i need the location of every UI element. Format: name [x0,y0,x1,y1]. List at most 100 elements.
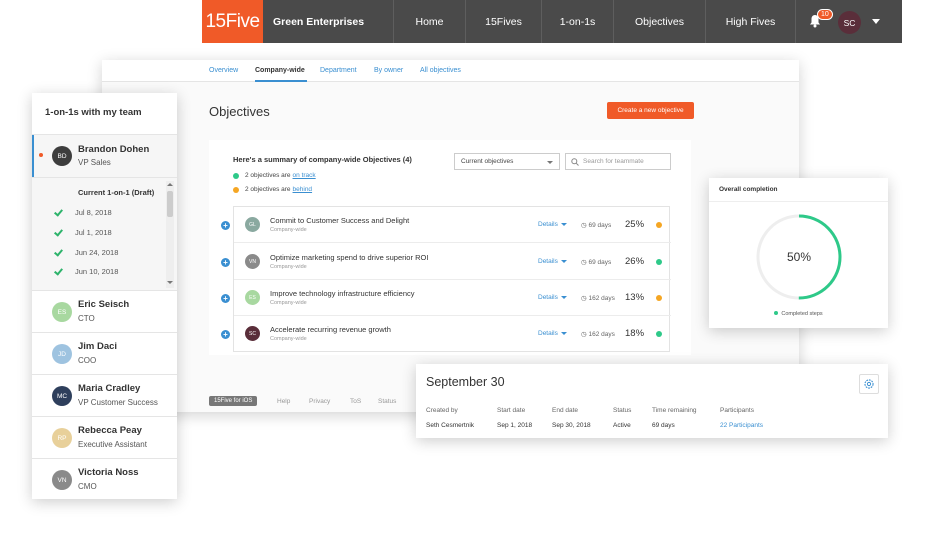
objective-title[interactable]: Optimize marketing spend to drive superi… [270,253,428,262]
tab-company-wide[interactable]: Company-wide [255,67,305,74]
history-item[interactable]: Jul 1, 2018 [54,227,112,237]
person-row[interactable]: ES Eric Seisch CTO [32,290,177,332]
nav-1-on-1s[interactable]: 1-on-1s [541,0,613,43]
expand-plus-icon[interactable]: + [221,221,230,230]
period-title: September 30 [426,375,505,389]
draft-title[interactable]: Current 1-on-1 (Draft) [78,188,154,197]
nav-home[interactable]: Home [393,0,465,43]
history-item[interactable]: Jul 8, 2018 [54,207,112,217]
objective-title[interactable]: Accelerate recurring revenue growth [270,325,391,334]
notification-badge: 10 [817,9,833,20]
chevron-down-icon[interactable] [872,19,880,24]
objective-percent: 13% [625,292,645,303]
objective-row[interactable]: + GL Commit to Customer Success and Deli… [221,207,671,243]
details-label: Details [538,221,558,228]
owner-avatar: GL [245,217,260,232]
expand-plus-icon[interactable]: + [221,330,230,339]
days-text: 162 days [588,331,615,338]
tab-all-objectives[interactable]: All objectives [420,67,461,74]
history-item[interactable]: Jun 10, 2018 [54,266,118,276]
objective-scope: Company-wide [270,227,307,233]
objective-title[interactable]: Commit to Customer Success and Delight [270,216,409,225]
person-role: VP Customer Success [78,398,158,407]
scroll-up-icon[interactable] [167,183,173,186]
top-navigation: 15Five Green Enterprises Home 15Fives 1-… [202,0,902,43]
avatar: JD [52,344,72,364]
gear-icon[interactable] [859,374,879,394]
org-name[interactable]: Green Enterprises [263,0,393,43]
scroll-thumb[interactable] [167,191,173,217]
behind-link[interactable]: behind [293,186,313,193]
subtab-bar: Overview Company-wide Department By owne… [102,60,799,82]
days-text: 69 days [588,259,612,266]
person-row[interactable]: RP Rebecca Peay Executive Assistant [32,416,177,458]
details-dropdown[interactable]: Details [538,258,567,265]
nav-15fives[interactable]: 15Fives [465,0,541,43]
summary-text: 2 objectives are [245,172,291,179]
current-person-row[interactable]: BD Brandon Dohen VP Sales [32,135,177,177]
tab-department[interactable]: Department [320,67,357,74]
clock-icon: ◷ [581,331,587,338]
status-header: Status [613,407,632,414]
user-avatar[interactable]: SC [838,11,861,34]
chevron-down-icon [560,259,567,263]
history-item[interactable]: Jun 24, 2018 [54,247,118,257]
clock-icon: ◷ [581,222,587,229]
avatar: ES [52,302,72,322]
person-name: Brandon Dohen [78,144,150,155]
on-track-link[interactable]: on track [293,172,316,179]
create-objective-button[interactable]: Create a new objective [607,102,694,119]
logo[interactable]: 15Five [202,0,263,43]
objective-title[interactable]: Improve technology infrastructure effici… [270,289,415,298]
expand-plus-icon[interactable]: + [221,258,230,267]
summary-on-track: 2 objectives are on track [233,172,318,179]
objectives-filter-select[interactable]: Current objectives [454,153,560,170]
person-name: Eric Seisch [78,299,130,310]
summary-title: Here's a summary of company-wide Objecti… [233,155,412,164]
panel-title: 1-on-1s with my team [45,107,142,118]
days-remaining: ◷ 162 days [581,330,615,338]
days-text: 69 days [588,222,612,229]
scrollbar[interactable] [166,181,174,288]
tab-by-owner[interactable]: By owner [374,67,403,74]
details-dropdown[interactable]: Details [538,330,567,337]
objective-row[interactable]: + ES Improve technology infrastructure e… [221,280,671,316]
status-dot [656,259,662,265]
objective-percent: 25% [625,219,645,230]
person-row[interactable]: VN Victoria Noss CMO [32,458,177,499]
owner-avatar: VN [245,254,260,269]
chevron-down-icon [560,295,567,299]
objective-row[interactable]: + VN Optimize marketing spend to drive s… [221,244,671,280]
unread-dot [39,153,43,157]
chevron-down-icon [547,161,553,164]
scroll-down-icon[interactable] [167,281,173,284]
footer-status-link[interactable]: Status [378,398,396,405]
ios-app-badge[interactable]: 15Five for iOS [209,396,258,406]
active-tab-indicator [255,80,307,82]
footer-tos-link[interactable]: ToS [350,398,361,405]
nav-high-fives[interactable]: High Fives [705,0,795,43]
objective-scope: Company-wide [270,336,307,342]
legend-label: Completed steps [781,311,823,317]
footer-help-link[interactable]: Help [277,398,290,405]
person-row[interactable]: MC Maria Cradley VP Customer Success [32,374,177,416]
details-dropdown[interactable]: Details [538,221,567,228]
nav-objectives[interactable]: Objectives [613,0,705,43]
objective-row[interactable]: + SC Accelerate recurring revenue growth… [221,316,671,352]
objectives-list: + GL Commit to Customer Success and Deli… [221,206,671,352]
person-role: COO [78,356,97,365]
avatar: BD [52,146,72,166]
time-remaining-header: Time remaining [652,407,697,414]
footer-privacy-link[interactable]: Privacy [309,398,330,405]
person-row[interactable]: JD Jim Daci COO [32,332,177,374]
search-input[interactable]: Search for teammate [565,153,671,170]
tab-overview[interactable]: Overview [209,67,238,74]
objectives-window: Overview Company-wide Department By owne… [102,60,799,412]
status-dot [656,222,662,228]
details-dropdown[interactable]: Details [538,294,567,301]
summary-text: 2 objectives are [245,186,291,193]
participants-link[interactable]: 22 Participants [720,422,763,429]
period-card: September 30 Created by Start date End d… [416,364,888,438]
expand-plus-icon[interactable]: + [221,294,230,303]
objectives-panel: Here's a summary of company-wide Objecti… [209,140,691,355]
